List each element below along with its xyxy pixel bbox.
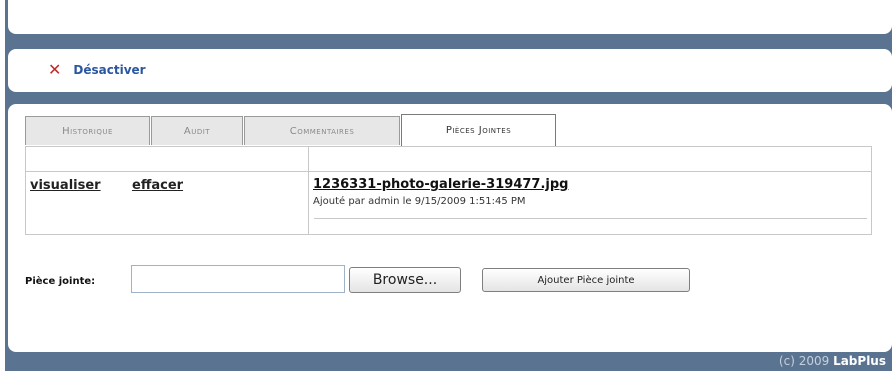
tab-audit[interactable]: Audit [151,116,243,145]
tab-historique[interactable]: Historique [25,116,150,145]
column-divider [308,147,309,234]
attachment-file-link[interactable]: 1236331-photo-galerie-319477.jpg [313,177,568,192]
attachment-file-input[interactable] [131,265,345,293]
attachment-meta: Ajouté par admin le 9/15/2009 1:51:45 PM [313,196,526,207]
row-divider [314,218,867,219]
header-panel [8,0,892,34]
tab-pieces-jointes[interactable]: Pièces Jointes [401,114,556,146]
add-attachment-button[interactable]: Ajouter Pièce jointe [482,268,690,292]
browse-button[interactable]: Browse... [349,267,461,293]
deactivate-link[interactable]: Désactiver [73,63,145,77]
tab-commentaires[interactable]: Commentaires [244,116,400,145]
header-row-divider [26,171,871,172]
delete-attachment-link[interactable]: effacer [132,178,183,193]
brand-name: LabPlus [833,354,886,368]
deactivate-action[interactable]: ✕ Désactiver [48,62,146,78]
left-border [0,0,5,371]
attachment-label: Pièce jointe: [25,276,96,287]
footer-copyright: (c) 2009 LabPlus [779,354,886,368]
copyright-text: (c) 2009 [778,354,834,368]
view-attachment-link[interactable]: visualiser [30,178,101,193]
close-icon: ✕ [48,60,62,79]
